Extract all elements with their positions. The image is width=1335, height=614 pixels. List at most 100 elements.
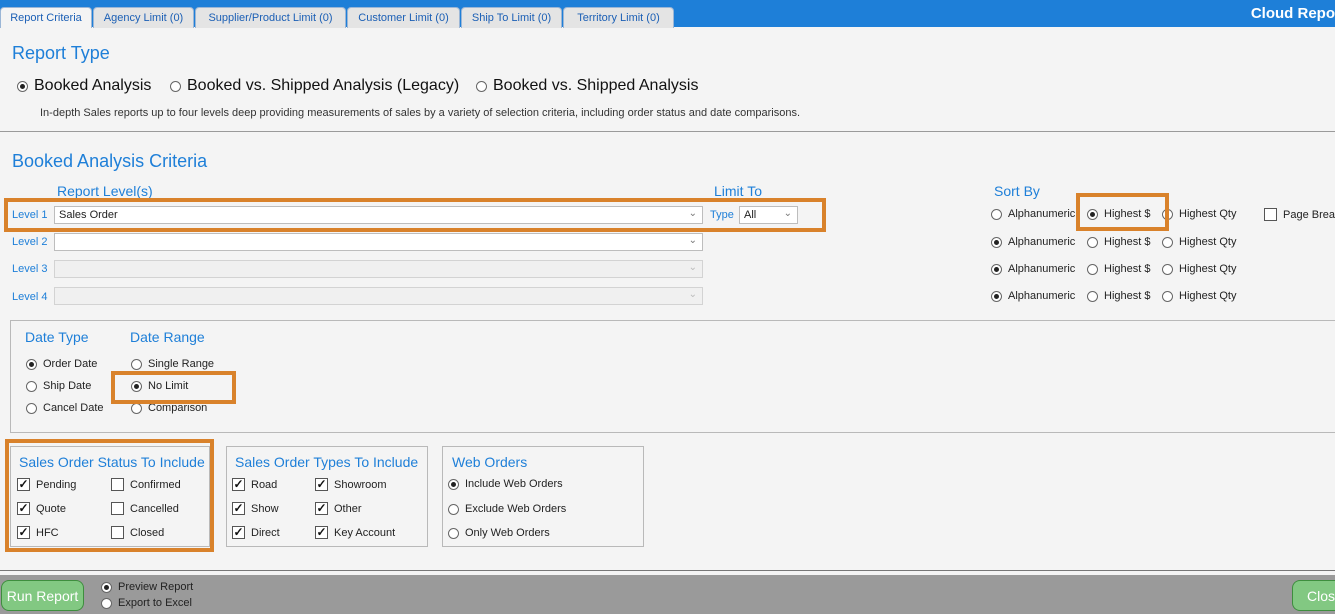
tab-ship-to-limit[interactable]: Ship To Limit (0) [461, 7, 562, 28]
sort-2-highest-qty[interactable]: Highest Qty [1162, 236, 1236, 248]
radio-icon[interactable] [991, 208, 1002, 220]
level-4-label: Level 4 [12, 291, 48, 303]
page-break-checkbox[interactable]: Page Break [1264, 208, 1335, 221]
status-confirmed[interactable]: Confirmed [111, 478, 181, 491]
date-type-cancel[interactable]: Cancel Date [26, 402, 104, 414]
highlight-no-limit [111, 371, 236, 404]
tab-agency-limit[interactable]: Agency Limit (0) [93, 7, 194, 28]
report-type-booked-analysis[interactable]: Booked Analysis [17, 77, 151, 95]
type-label: Direct [251, 526, 280, 539]
radio-icon[interactable] [1162, 263, 1173, 275]
level-3-select[interactable]: ⌄ [54, 260, 703, 278]
radio-icon[interactable] [991, 290, 1002, 302]
sort-label: Highest Qty [1179, 263, 1237, 275]
date-type-order[interactable]: Order Date [26, 358, 97, 370]
radio-icon[interactable] [26, 380, 37, 392]
checkbox-icon[interactable]: ✓ [315, 526, 328, 539]
type-showroom[interactable]: ✓ Showroom [315, 478, 387, 491]
status-cancelled[interactable]: Cancelled [111, 502, 179, 515]
radio-icon[interactable] [170, 80, 181, 92]
criteria-heading: Booked Analysis Criteria [12, 151, 208, 171]
web-orders-include[interactable]: Include Web Orders [448, 478, 563, 490]
radio-icon[interactable] [1087, 236, 1098, 248]
tab-supplier-product-limit[interactable]: Supplier/Product Limit (0) [195, 7, 346, 28]
divider [0, 131, 1335, 132]
radio-icon[interactable] [448, 527, 459, 539]
sort-3-highest-qty[interactable]: Highest Qty [1162, 263, 1236, 275]
radio-icon[interactable] [991, 263, 1002, 275]
status-hfc[interactable]: ✓ HFC [17, 526, 59, 539]
date-range-single[interactable]: Single Range [131, 358, 214, 370]
web-orders-label: Include Web Orders [465, 478, 563, 490]
radio-icon[interactable] [131, 358, 142, 370]
type-other[interactable]: ✓ Other [315, 502, 362, 515]
radio-icon[interactable] [448, 503, 459, 515]
report-type-booked-vs-shipped[interactable]: Booked vs. Shipped Analysis [476, 77, 698, 95]
status-label: Closed [130, 526, 165, 539]
sort-1-alphanumeric[interactable]: Alphanumeric [991, 208, 1075, 220]
output-excel[interactable]: Export to Excel [101, 597, 192, 609]
checkbox-icon[interactable]: ✓ [17, 478, 30, 491]
sort-2-alphanumeric[interactable]: Alphanumeric [991, 236, 1075, 248]
sort-2-highest-dollar[interactable]: Highest $ [1087, 236, 1150, 248]
type-show[interactable]: ✓ Show [232, 502, 279, 515]
checkbox-icon[interactable]: ✓ [232, 526, 245, 539]
checkbox-icon[interactable]: ✓ [315, 478, 328, 491]
checkbox-icon[interactable]: ✓ [232, 502, 245, 515]
sort-label: Alphanumeric [1008, 263, 1076, 275]
radio-icon[interactable] [1162, 236, 1173, 248]
radio-icon[interactable] [448, 478, 459, 490]
status-pending[interactable]: ✓ Pending [17, 478, 76, 491]
checkbox-icon[interactable] [1264, 208, 1277, 221]
date-type-label: Date Type [25, 329, 89, 345]
sort-4-highest-qty[interactable]: Highest Qty [1162, 290, 1236, 302]
run-report-button[interactable]: Run Report [1, 580, 84, 611]
sort-4-highest-dollar[interactable]: Highest $ [1087, 290, 1150, 302]
sort-label: Alphanumeric [1008, 290, 1076, 302]
radio-icon[interactable] [26, 358, 37, 370]
web-orders-label: Exclude Web Orders [465, 503, 567, 515]
date-type-ship[interactable]: Ship Date [26, 380, 91, 392]
type-direct[interactable]: ✓ Direct [232, 526, 280, 539]
sort-4-alphanumeric[interactable]: Alphanumeric [991, 290, 1075, 302]
radio-icon[interactable] [101, 581, 112, 593]
level-2-select[interactable]: ⌄ [54, 233, 703, 251]
type-road[interactable]: ✓ Road [232, 478, 277, 491]
type-label: Show [251, 502, 279, 515]
radio-icon[interactable] [17, 80, 28, 92]
tab-territory-limit[interactable]: Territory Limit (0) [563, 7, 674, 28]
radio-icon[interactable] [991, 236, 1002, 248]
tab-customer-limit[interactable]: Customer Limit (0) [347, 7, 460, 28]
sort-label: Highest Qty [1179, 236, 1237, 248]
output-preview[interactable]: Preview Report [101, 581, 193, 593]
checkbox-icon[interactable] [111, 502, 124, 515]
sort-label: Highest $ [1104, 263, 1151, 275]
report-type-booked-vs-shipped-legacy[interactable]: Booked vs. Shipped Analysis (Legacy) [170, 77, 459, 95]
checkbox-icon[interactable]: ✓ [17, 526, 30, 539]
sort-3-alphanumeric[interactable]: Alphanumeric [991, 263, 1075, 275]
level-4-select[interactable]: ⌄ [54, 287, 703, 305]
level-3-label: Level 3 [12, 263, 48, 275]
checkbox-icon[interactable]: ✓ [315, 502, 328, 515]
web-orders-exclude[interactable]: Exclude Web Orders [448, 503, 566, 515]
checkbox-icon[interactable] [111, 526, 124, 539]
radio-icon[interactable] [131, 402, 142, 414]
type-key-account[interactable]: ✓ Key Account [315, 526, 395, 539]
sort-1-highest-qty[interactable]: Highest Qty [1162, 208, 1236, 220]
web-orders-only[interactable]: Only Web Orders [448, 527, 550, 539]
checkbox-icon[interactable] [111, 478, 124, 491]
status-quote[interactable]: ✓ Quote [17, 502, 66, 515]
radio-icon[interactable] [1087, 263, 1098, 275]
highlight-highest-dollar [1076, 193, 1169, 231]
radio-icon[interactable] [1087, 290, 1098, 302]
sort-3-highest-dollar[interactable]: Highest $ [1087, 263, 1150, 275]
close-button[interactable]: Clos [1292, 580, 1335, 611]
checkbox-icon[interactable]: ✓ [232, 478, 245, 491]
checkbox-icon[interactable]: ✓ [17, 502, 30, 515]
radio-icon[interactable] [1162, 290, 1173, 302]
radio-icon[interactable] [101, 597, 112, 609]
status-closed[interactable]: Closed [111, 526, 164, 539]
radio-icon[interactable] [26, 402, 37, 414]
radio-icon[interactable] [476, 80, 487, 92]
tab-report-criteria[interactable]: Report Criteria [0, 7, 92, 28]
